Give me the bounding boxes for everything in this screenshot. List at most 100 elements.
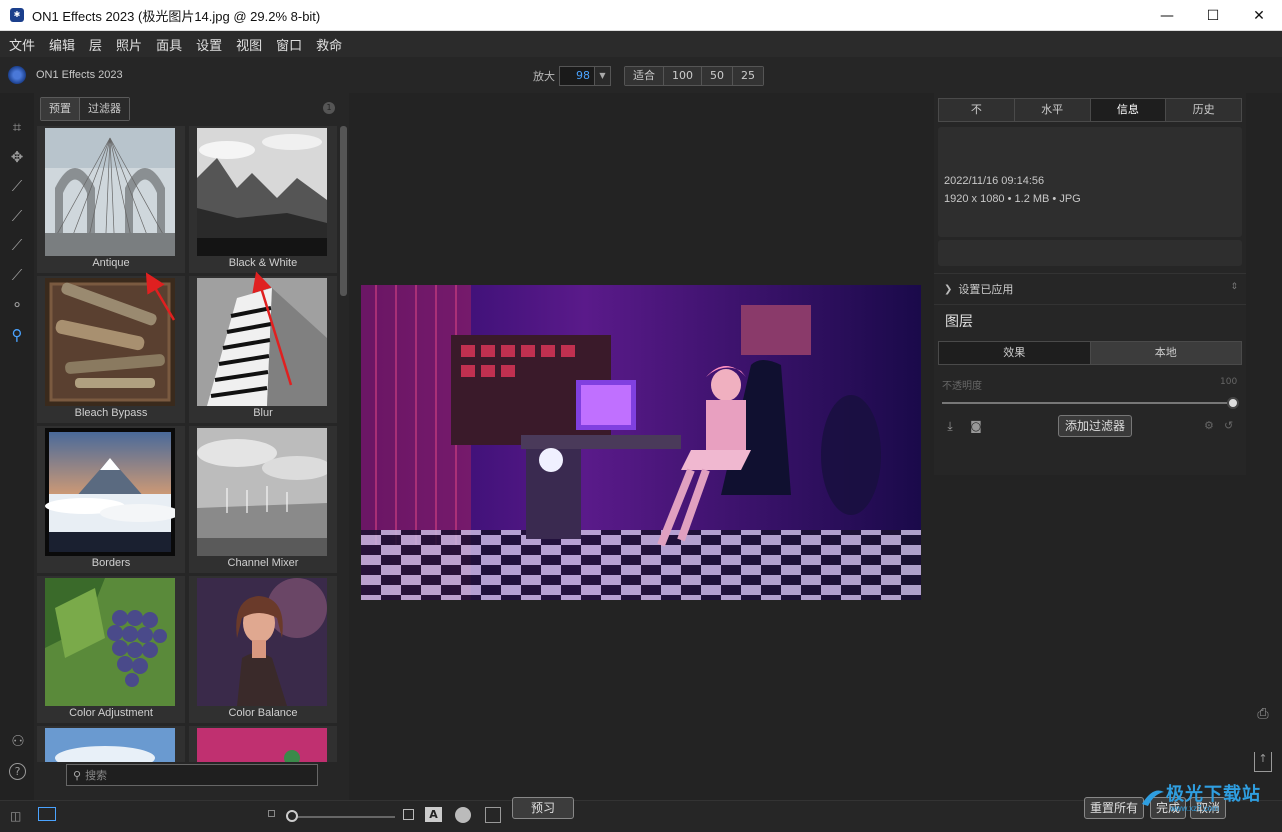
preset-channel-mixer[interactable]: Channel Mixer [189,426,337,573]
move-tool-icon[interactable]: ✥ [7,147,27,167]
right-strip [1246,93,1282,800]
tab-filters[interactable]: 过滤器 [80,98,129,120]
zoom-100-button[interactable]: 100 [664,67,702,85]
opacity-slider-handle[interactable] [1227,397,1239,409]
thumbnail-size-handle[interactable] [286,810,298,822]
menu-mask[interactable]: 面具 [151,35,187,54]
window-title: ON1 Effects 2023 (极光图片14.jpg @ 29.2% 8-b… [32,8,321,24]
preset-label: Borders [91,557,131,569]
annotation-arrows [145,271,293,386]
preset-label: Color Adjustment [69,707,153,719]
zoom-presets: 适合 100 50 25 [624,66,764,86]
search-icon: ⚲ [73,768,82,782]
menu-photo[interactable]: 照片 [111,35,147,54]
browser-tabs: 预置 过滤器 [40,97,130,121]
magic-wand-tool-icon[interactable]: ⟋ [7,176,27,196]
top-toolbar: ON1 Effects 2023 放大 98 ▼ 适合 100 50 25 [0,57,1282,93]
view-hand-tool-icon[interactable]: ⚲ [7,325,27,345]
refine-brush-tool-icon[interactable]: ⟋ [7,265,27,285]
settings-small-icon[interactable]: ⚙ [1204,419,1214,432]
toggle-browser-icon[interactable]: ◫ [10,809,21,823]
brush-tool-icon[interactable]: ⟋ [7,206,27,226]
channel-mixer-thumbnail [197,428,327,556]
on1-logo-icon [8,66,26,84]
preset-borders[interactable]: Borders [37,426,185,573]
thumb-large-icon[interactable] [403,809,414,820]
preset-grid: Antique Black & White Bleach Bypass Blur… [37,126,339,762]
zoom-fit-button[interactable]: 适合 [625,67,664,85]
preset-label: Bleach Bypass [74,407,148,419]
mask-icon[interactable]: ◙ [968,419,984,433]
borders-thumbnail [45,428,175,556]
reset-icon[interactable]: ↺ [1224,419,1233,432]
browser-scrollbar[interactable] [340,126,347,296]
mask-brush-tool-icon[interactable]: ⟋ [7,235,27,255]
reset-all-button[interactable]: 重置所有 [1084,797,1144,819]
menu-layer[interactable]: 层 [84,35,107,54]
tab-effects[interactable]: 效果 [939,342,1091,364]
compare-icon[interactable] [485,807,501,823]
zoom-input[interactable]: 98 [559,66,595,86]
thumbnail-size-slider[interactable] [295,816,395,818]
zoom-dropdown-chevron-icon[interactable]: ▼ [595,66,611,86]
text-overlay-icon[interactable]: A [425,807,442,822]
image-canvas[interactable] [349,93,934,800]
zoom-label: 放大 [533,70,555,83]
tab-info[interactable]: 信息 [1090,99,1167,121]
share-icon[interactable]: ↑ [1254,752,1272,772]
retouch-tool-icon[interactable]: ⚬ [7,295,27,315]
pink-thumbnail [197,728,327,762]
app-icon: ✱ [10,8,24,22]
tab-presets[interactable]: 预置 [41,98,80,120]
settings-applied-label: 设置已应用 [958,283,1014,296]
right-panel-empty [934,475,1246,800]
add-filter-button[interactable]: 添加过滤器 [1058,415,1133,437]
menu-help[interactable]: 救命 [311,35,347,54]
antique-thumbnail [45,128,175,256]
menu-file[interactable]: 文件 [4,35,40,54]
user-icon[interactable]: ⚇ [9,732,27,750]
preset-color-adjustment[interactable]: Color Adjustment [37,576,185,723]
search-box[interactable]: ⚲ [66,764,318,786]
preset-partial-sky[interactable] [37,726,185,762]
minimize-button[interactable]: — [1144,0,1190,31]
help-icon[interactable]: ? [9,763,26,780]
info-badge[interactable]: 1 [323,102,335,114]
preset-color-balance[interactable]: Color Balance [189,576,337,723]
layer-tabs: 效果 本地 [938,341,1242,365]
mask-view-icon[interactable] [455,807,471,823]
presets-browser: 预置 过滤器 1 Antique Black & White Bleach By… [34,93,349,800]
import-icon[interactable]: ⤓ [942,419,958,433]
settings-applied-row[interactable]: ❯ 设置已应用 ⇕ [934,273,1246,305]
metadata-bar [938,240,1242,266]
toggle-panel-icon[interactable] [38,807,56,821]
thumb-small-icon[interactable] [268,810,275,817]
preset-label: Color Balance [228,707,298,719]
tab-local[interactable]: 本地 [1090,342,1241,364]
tool-strip: ⌗ ✥ ⟋ ⟋ ⟋ ⟋ ⚬ ⚲ [0,93,34,800]
menu-settings[interactable]: 设置 [191,35,227,54]
preview-button[interactable]: 预习 [512,797,574,819]
menu-window[interactable]: 窗口 [271,35,307,54]
search-input[interactable] [85,768,306,782]
tab-levels[interactable]: 水平 [1014,99,1091,121]
close-button[interactable]: ✕ [1236,0,1282,31]
preset-partial-pink[interactable] [189,726,337,762]
watermark-url: www.xz7.com [1170,804,1219,813]
photo-preview [361,285,921,600]
zoom-25-button[interactable]: 25 [733,67,763,85]
maximize-button[interactable]: ☐ [1190,0,1236,31]
menu-edit[interactable]: 编辑 [44,35,80,54]
crop-tool-icon[interactable]: ⌗ [7,117,27,137]
zoom-control: 放大 98 ▼ [533,66,611,86]
print-icon[interactable]: ⎙ [1253,706,1273,722]
menu-view[interactable]: 视图 [231,35,267,54]
brand: ON1 Effects 2023 [8,66,123,84]
zoom-50-button[interactable]: 50 [702,67,733,85]
sky-thumbnail [45,728,175,762]
opacity-label: 不透明度 [942,381,982,392]
chevron-right-icon: ❯ [944,283,953,295]
opacity-slider-track[interactable] [942,402,1232,404]
tab-navigator[interactable]: 不 [939,99,1015,121]
tab-history[interactable]: 历史 [1166,99,1241,121]
